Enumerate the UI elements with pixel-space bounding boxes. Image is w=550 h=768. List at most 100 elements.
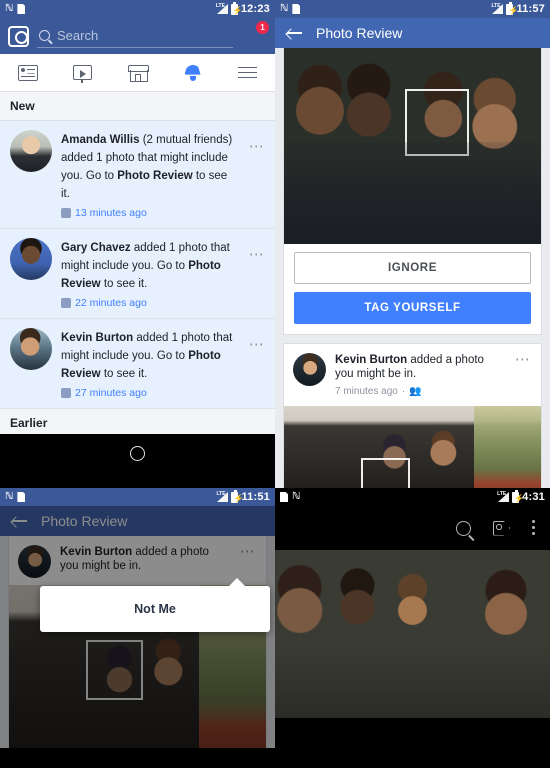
notification-item[interactable]: Amanda Willis (2 mutual friends) added 1… — [0, 121, 275, 229]
app-bar: Photo Review — [275, 18, 550, 48]
tag-yourself-button[interactable]: TAG YOURSELF — [294, 292, 531, 324]
lte-signal-icon: LTE — [216, 3, 228, 14]
photo-icon — [61, 388, 71, 398]
notification-text: Kevin Burton added 1 photo that might in… — [61, 332, 233, 380]
lte-signal-icon: LTE — [491, 3, 504, 14]
android-nav-bar — [0, 434, 275, 472]
context-menu: Not Me — [40, 578, 270, 632]
quadrant-not-me-popup: ℕ LTE ⚡ 11:51 Photo Review Kevin Burton … — [0, 488, 275, 768]
android-n-icon: ℕ — [5, 491, 14, 502]
overflow-menu-icon[interactable]: ⋯ — [245, 130, 267, 154]
news-feed-icon — [17, 64, 38, 81]
face-detection-box[interactable] — [361, 458, 410, 488]
section-header-earlier: Earlier — [0, 409, 275, 434]
overflow-menu-icon[interactable] — [532, 520, 536, 536]
notification-meta: 13 minutes ago — [61, 207, 236, 219]
notification-time: 27 minutes ago — [75, 387, 147, 399]
app-bar: Search 1 — [0, 18, 275, 54]
ignore-button[interactable]: IGNORE — [294, 252, 531, 284]
card-text: Kevin Burton added a photo you might be … — [335, 353, 502, 399]
avatar — [10, 328, 52, 370]
overflow-menu-icon[interactable]: ⋯ — [245, 328, 267, 352]
avatar[interactable] — [293, 353, 326, 386]
photo-icon — [61, 298, 71, 308]
avatar — [10, 238, 52, 280]
card-header: Kevin Burton added a photo you might be … — [284, 344, 541, 406]
quadrant-notifications: ℕ LTE ⚡ 12:23 Search 1 New Amanda Willis… — [0, 0, 275, 488]
battery-charging-icon: ⚡ — [512, 490, 525, 503]
sd-card-icon — [17, 492, 26, 502]
android-n-icon: ℕ — [5, 3, 14, 14]
notification-text: Gary Chavez added 1 photo that might inc… — [61, 242, 230, 290]
overflow-menu-icon[interactable]: ⋯ — [245, 238, 267, 262]
android-n-icon: ℕ — [280, 3, 289, 14]
photo-hiking-group[interactable] — [275, 550, 550, 718]
store-icon — [128, 64, 149, 82]
popup-caret-icon — [228, 578, 246, 587]
back-arrow-icon[interactable] — [287, 28, 302, 39]
camera-icon[interactable] — [8, 25, 29, 47]
friends-audience-icon: 👥 — [409, 386, 422, 397]
status-bar: ℕ LTE ⚡ 4:31 — [275, 488, 550, 506]
notification-time: 22 minutes ago — [75, 297, 147, 309]
avatar — [10, 130, 52, 172]
status-bar-time: 11:51 — [241, 491, 270, 503]
viewer-toolbar — [275, 506, 550, 550]
sd-card-icon — [17, 4, 26, 14]
messenger-badge: 1 — [256, 21, 269, 34]
home-circle-icon[interactable] — [130, 445, 145, 461]
notification-text: Amanda Willis (2 mutual friends) added 1… — [61, 134, 233, 200]
photo-review-card: Kevin Burton added a photo you might be … — [283, 343, 542, 488]
search-input[interactable]: Search — [37, 24, 233, 48]
photo-car-trunk[interactable] — [284, 406, 541, 488]
battery-charging-icon: ⚡ — [231, 490, 244, 503]
lte-signal-icon: LTE — [216, 491, 229, 502]
section-header-new: New — [0, 92, 275, 121]
tab-news-feed[interactable] — [0, 54, 55, 91]
status-bar: ℕ LTE ⚡ 11:51 — [0, 488, 275, 506]
battery-charging-icon: ⚡ — [506, 2, 519, 15]
meta-separator: · — [401, 386, 406, 397]
page-title: Photo Review — [316, 25, 403, 41]
not-me-menu-item[interactable]: Not Me — [134, 602, 176, 616]
notification-time: 13 minutes ago — [75, 207, 147, 219]
tag-icon[interactable] — [493, 521, 510, 536]
notification-item[interactable]: Gary Chavez added 1 photo that might inc… — [0, 229, 275, 319]
sd-card-icon — [280, 492, 288, 502]
photo-group-hug[interactable] — [284, 48, 541, 244]
search-icon[interactable] — [456, 520, 471, 536]
card-actions: IGNORE TAG YOURSELF — [284, 244, 541, 334]
quadrant-photo-review: ℕ LTE ⚡ 11:57 Photo Review IGNORE TAG YO… — [275, 0, 550, 488]
tab-watch[interactable] — [55, 54, 110, 91]
face-detection-box[interactable] — [404, 89, 470, 156]
quadrant-photo-viewer: ℕ LTE ⚡ 4:31 — [275, 488, 550, 768]
screenshot-grid: ℕ LTE ⚡ 12:23 Search 1 New Amanda Willis… — [0, 0, 550, 768]
status-bar-time: 4:31 — [522, 491, 545, 503]
battery-charging-icon: ⚡ — [230, 2, 243, 15]
notification-item[interactable]: Kevin Burton added 1 photo that might in… — [0, 319, 275, 409]
photo-icon — [61, 208, 71, 218]
photo-review-list[interactable]: IGNORE TAG YOURSELF Kevin Burton added a… — [275, 48, 550, 488]
bell-icon — [185, 64, 201, 82]
notification-meta: 22 minutes ago — [61, 297, 236, 309]
status-bar-time: 12:23 — [240, 3, 270, 15]
messenger-icon[interactable]: 1 — [241, 21, 269, 49]
overflow-menu-icon[interactable]: ⋯ — [511, 352, 533, 367]
tab-menu[interactable] — [220, 54, 275, 91]
photo-review-card: IGNORE TAG YOURSELF — [283, 48, 542, 335]
hamburger-menu-icon — [238, 66, 257, 79]
search-icon — [39, 30, 50, 41]
tab-notifications[interactable] — [165, 54, 220, 91]
photo-viewer: ℕ LTE ⚡ 4:31 — [275, 488, 550, 768]
video-icon — [73, 65, 92, 83]
post-time: 7 minutes ago — [335, 386, 398, 397]
lte-signal-icon: LTE — [497, 491, 510, 502]
status-bar: ℕ LTE ⚡ 11:57 — [275, 0, 550, 18]
tab-bar — [0, 54, 275, 92]
status-bar-time: 11:57 — [516, 3, 545, 15]
notifications-list[interactable]: New Amanda Willis (2 mutual friends) add… — [0, 92, 275, 434]
android-n-icon: ℕ — [292, 491, 301, 502]
search-placeholder: Search — [57, 28, 99, 43]
tab-marketplace[interactable] — [110, 54, 165, 91]
notification-meta: 27 minutes ago — [61, 387, 236, 399]
